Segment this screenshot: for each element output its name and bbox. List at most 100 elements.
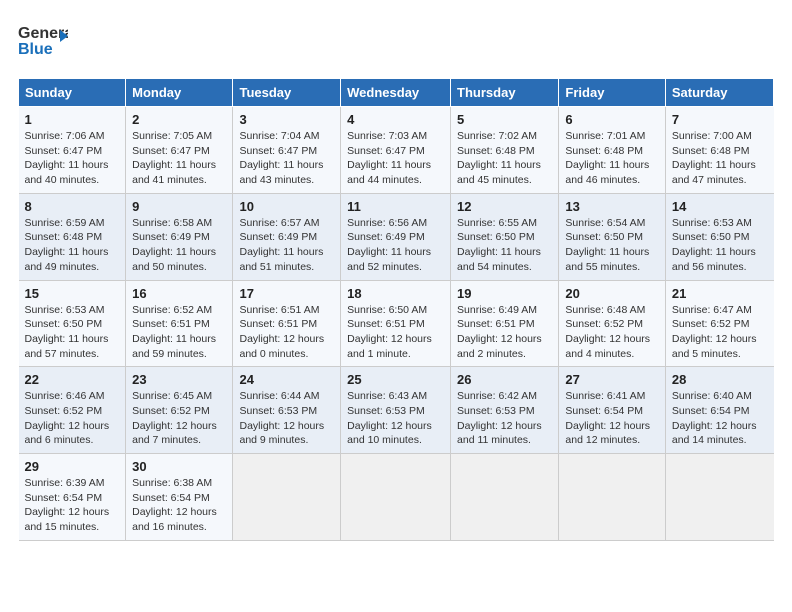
calendar-cell: 24Sunrise: 6:44 AMSunset: 6:53 PMDayligh… <box>233 367 341 454</box>
day-number: 10 <box>239 199 334 214</box>
day-number: 2 <box>132 112 226 127</box>
day-info: Sunrise: 7:05 AMSunset: 6:47 PMDaylight:… <box>132 129 226 188</box>
day-number: 9 <box>132 199 226 214</box>
calendar-cell: 22 Sunrise: 6:46 AMSunset: 6:52 PMDayligh… <box>19 367 126 454</box>
day-number: 4 <box>347 112 444 127</box>
day-number: 6 <box>565 112 658 127</box>
day-info: Sunrise: 6:45 AMSunset: 6:52 PMDaylight:… <box>132 389 226 448</box>
calendar-week-row: 15Sunrise: 6:53 AMSunset: 6:50 PMDayligh… <box>19 280 774 367</box>
day-info: Sunrise: 6:52 AMSunset: 6:51 PMDaylight:… <box>132 303 226 362</box>
page: General Blue SundayMondayTuesdayWednesda… <box>0 0 792 612</box>
calendar-cell: 8Sunrise: 6:59 AMSunset: 6:48 PMDaylight… <box>19 193 126 280</box>
day-number: 15 <box>25 286 120 301</box>
day-number: 29 <box>25 459 120 474</box>
calendar-cell: 21 Sunrise: 6:47 AMSunset: 6:52 PMDayligh… <box>665 280 773 367</box>
calendar-header-sunday: Sunday <box>19 79 126 107</box>
day-number: 23 <box>132 372 226 387</box>
day-number: 30 <box>132 459 226 474</box>
day-number: 26 <box>457 372 552 387</box>
day-info: Sunrise: 6:40 AMSunset: 6:54 PMDaylight:… <box>672 389 768 448</box>
calendar-week-row: 8Sunrise: 6:59 AMSunset: 6:48 PMDaylight… <box>19 193 774 280</box>
day-info: Sunrise: 6:55 AMSunset: 6:50 PMDaylight:… <box>457 216 552 275</box>
calendar-header-monday: Monday <box>126 79 233 107</box>
calendar-cell: 14 Sunrise: 6:53 AMSunset: 6:50 PMDayligh… <box>665 193 773 280</box>
day-number: 12 <box>457 199 552 214</box>
day-info: Sunrise: 6:48 AMSunset: 6:52 PMDaylight:… <box>565 303 658 362</box>
calendar-cell <box>341 454 451 541</box>
day-number: 14 <box>672 199 768 214</box>
day-number: 11 <box>347 199 444 214</box>
day-number: 3 <box>239 112 334 127</box>
day-number: 18 <box>347 286 444 301</box>
header: General Blue <box>18 18 774 68</box>
calendar-cell <box>665 454 773 541</box>
day-number: 22 <box>25 372 120 387</box>
day-info: Sunrise: 6:38 AMSunset: 6:54 PMDaylight:… <box>132 476 226 535</box>
calendar-cell: 11 Sunrise: 6:56 AMSunset: 6:49 PMDayligh… <box>341 193 451 280</box>
calendar-cell: 29 Sunrise: 6:39 AMSunset: 6:54 PMDayligh… <box>19 454 126 541</box>
calendar-cell <box>451 454 559 541</box>
calendar-cell: 2 Sunrise: 7:05 AMSunset: 6:47 PMDaylight… <box>126 107 233 194</box>
day-info: Sunrise: 7:06 AMSunset: 6:47 PMDaylight:… <box>25 129 120 188</box>
calendar-cell: 25 Sunrise: 6:43 AMSunset: 6:53 PMDayligh… <box>341 367 451 454</box>
calendar-cell: 23 Sunrise: 6:45 AMSunset: 6:52 PMDayligh… <box>126 367 233 454</box>
day-info: Sunrise: 6:41 AMSunset: 6:54 PMDaylight:… <box>565 389 658 448</box>
calendar-cell: 17Sunrise: 6:51 AMSunset: 6:51 PMDayligh… <box>233 280 341 367</box>
calendar-header-friday: Friday <box>559 79 665 107</box>
day-info: Sunrise: 6:51 AMSunset: 6:51 PMDaylight:… <box>239 303 334 362</box>
calendar-week-row: 22 Sunrise: 6:46 AMSunset: 6:52 PMDayligh… <box>19 367 774 454</box>
day-number: 19 <box>457 286 552 301</box>
calendar-cell: 16 Sunrise: 6:52 AMSunset: 6:51 PMDayligh… <box>126 280 233 367</box>
day-info: Sunrise: 7:01 AMSunset: 6:48 PMDaylight:… <box>565 129 658 188</box>
calendar-cell <box>233 454 341 541</box>
calendar-cell: 19 Sunrise: 6:49 AMSunset: 6:51 PMDayligh… <box>451 280 559 367</box>
day-number: 21 <box>672 286 768 301</box>
day-info: Sunrise: 6:39 AMSunset: 6:54 PMDaylight:… <box>25 476 120 535</box>
calendar-cell: 15Sunrise: 6:53 AMSunset: 6:50 PMDayligh… <box>19 280 126 367</box>
day-number: 28 <box>672 372 768 387</box>
calendar-cell <box>559 454 665 541</box>
day-info: Sunrise: 6:59 AMSunset: 6:48 PMDaylight:… <box>25 216 120 275</box>
calendar-cell: 28 Sunrise: 6:40 AMSunset: 6:54 PMDayligh… <box>665 367 773 454</box>
calendar-cell: 26 Sunrise: 6:42 AMSunset: 6:53 PMDayligh… <box>451 367 559 454</box>
calendar-header-tuesday: Tuesday <box>233 79 341 107</box>
calendar-cell: 1 Sunrise: 7:06 AMSunset: 6:47 PMDaylight… <box>19 107 126 194</box>
calendar-week-row: 29 Sunrise: 6:39 AMSunset: 6:54 PMDayligh… <box>19 454 774 541</box>
calendar-cell: 18 Sunrise: 6:50 AMSunset: 6:51 PMDayligh… <box>341 280 451 367</box>
day-number: 20 <box>565 286 658 301</box>
day-number: 27 <box>565 372 658 387</box>
day-number: 1 <box>25 112 120 127</box>
day-number: 16 <box>132 286 226 301</box>
logo-icon: General Blue <box>18 18 68 63</box>
day-info: Sunrise: 6:49 AMSunset: 6:51 PMDaylight:… <box>457 303 552 362</box>
day-number: 25 <box>347 372 444 387</box>
day-info: Sunrise: 6:53 AMSunset: 6:50 PMDaylight:… <box>672 216 768 275</box>
day-info: Sunrise: 7:00 AMSunset: 6:48 PMDaylight:… <box>672 129 768 188</box>
day-info: Sunrise: 6:42 AMSunset: 6:53 PMDaylight:… <box>457 389 552 448</box>
calendar-cell: 5Sunrise: 7:02 AMSunset: 6:48 PMDaylight… <box>451 107 559 194</box>
logo: General Blue <box>18 18 68 68</box>
day-info: Sunrise: 6:43 AMSunset: 6:53 PMDaylight:… <box>347 389 444 448</box>
calendar-cell: 6 Sunrise: 7:01 AMSunset: 6:48 PMDaylight… <box>559 107 665 194</box>
calendar-week-row: 1 Sunrise: 7:06 AMSunset: 6:47 PMDaylight… <box>19 107 774 194</box>
day-info: Sunrise: 6:58 AMSunset: 6:49 PMDaylight:… <box>132 216 226 275</box>
calendar-cell: 7Sunrise: 7:00 AMSunset: 6:48 PMDaylight… <box>665 107 773 194</box>
day-info: Sunrise: 6:54 AMSunset: 6:50 PMDaylight:… <box>565 216 658 275</box>
calendar-cell: 3Sunrise: 7:04 AMSunset: 6:47 PMDaylight… <box>233 107 341 194</box>
day-info: Sunrise: 6:47 AMSunset: 6:52 PMDaylight:… <box>672 303 768 362</box>
calendar-cell: 12 Sunrise: 6:55 AMSunset: 6:50 PMDayligh… <box>451 193 559 280</box>
day-info: Sunrise: 7:02 AMSunset: 6:48 PMDaylight:… <box>457 129 552 188</box>
calendar-cell: 13 Sunrise: 6:54 AMSunset: 6:50 PMDayligh… <box>559 193 665 280</box>
day-info: Sunrise: 6:56 AMSunset: 6:49 PMDaylight:… <box>347 216 444 275</box>
calendar-cell: 30 Sunrise: 6:38 AMSunset: 6:54 PMDayligh… <box>126 454 233 541</box>
svg-text:Blue: Blue <box>18 41 53 58</box>
day-info: Sunrise: 6:46 AMSunset: 6:52 PMDaylight:… <box>25 389 120 448</box>
calendar-cell: 9 Sunrise: 6:58 AMSunset: 6:49 PMDaylight… <box>126 193 233 280</box>
calendar-cell: 20 Sunrise: 6:48 AMSunset: 6:52 PMDayligh… <box>559 280 665 367</box>
calendar-cell: 27 Sunrise: 6:41 AMSunset: 6:54 PMDayligh… <box>559 367 665 454</box>
day-info: Sunrise: 7:03 AMSunset: 6:47 PMDaylight:… <box>347 129 444 188</box>
day-info: Sunrise: 6:50 AMSunset: 6:51 PMDaylight:… <box>347 303 444 362</box>
day-info: Sunrise: 6:44 AMSunset: 6:53 PMDaylight:… <box>239 389 334 448</box>
day-number: 13 <box>565 199 658 214</box>
calendar-table: SundayMondayTuesdayWednesdayThursdayFrid… <box>18 78 774 541</box>
